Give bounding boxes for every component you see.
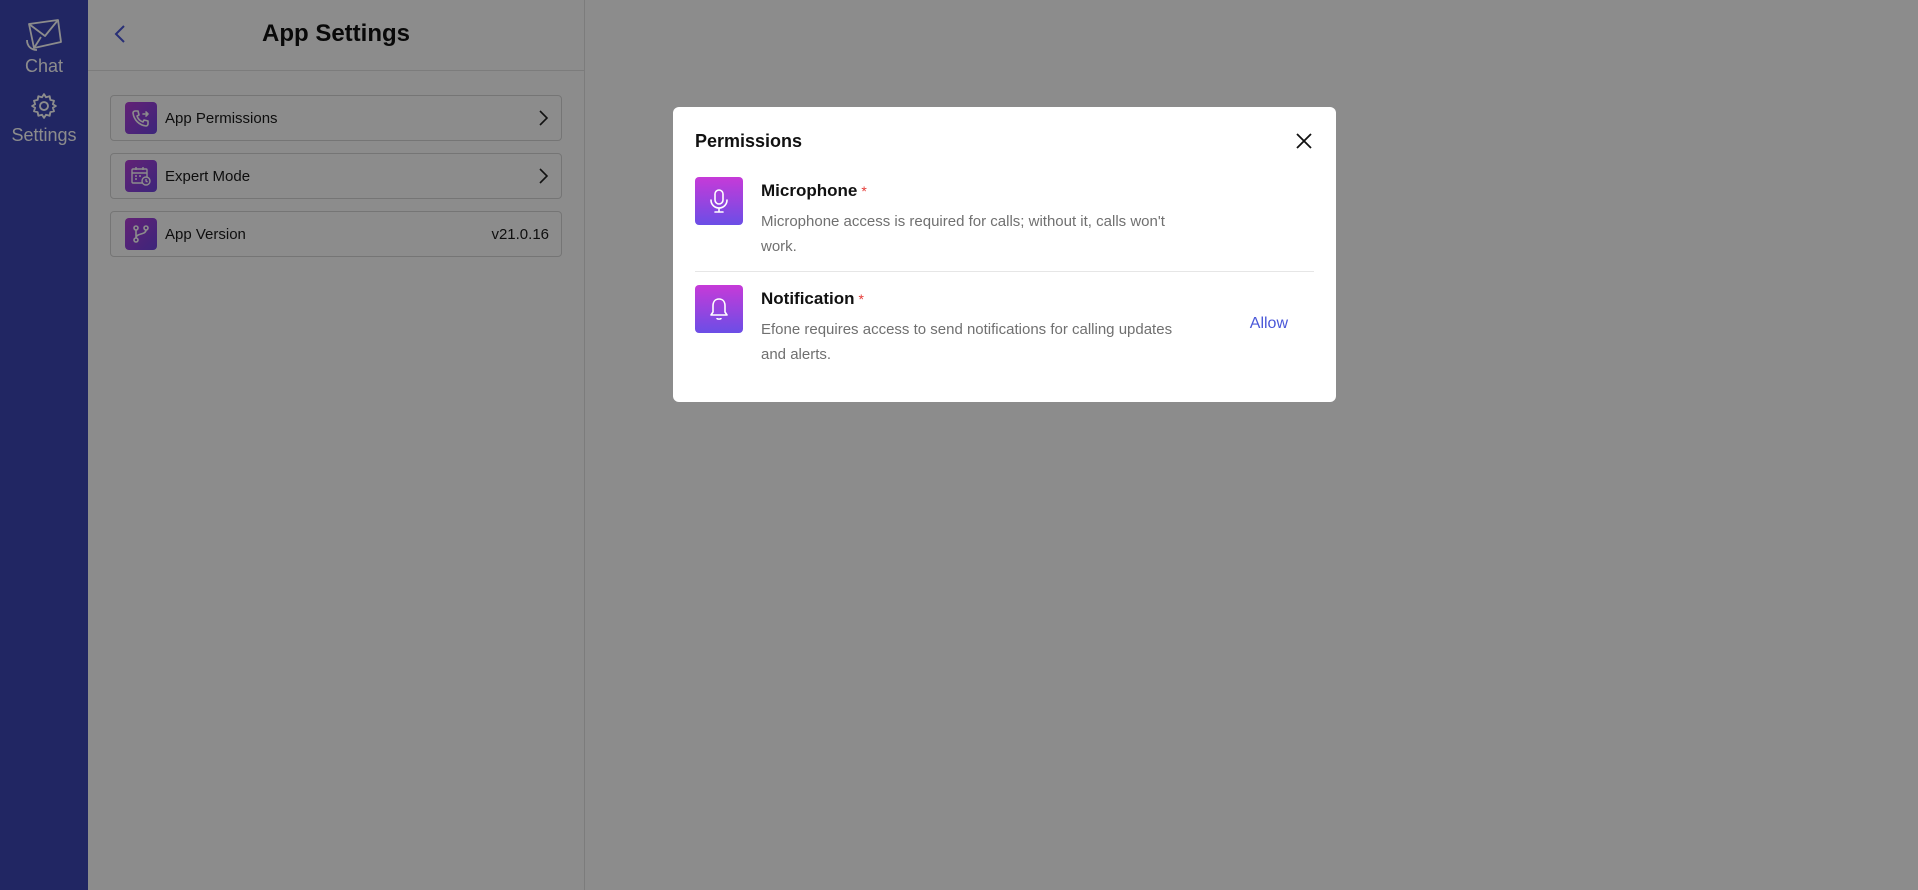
close-icon — [1296, 133, 1312, 149]
permission-description: Efone requires access to send notificati… — [761, 321, 1173, 363]
permission-name: Notification * — [761, 289, 1250, 309]
permission-text: Microphone * Microphone access is require… — [761, 177, 1314, 259]
close-button[interactable] — [1292, 129, 1316, 153]
bell-icon — [695, 285, 743, 333]
permission-description: Microphone access is required for calls;… — [761, 213, 1165, 255]
required-mark: * — [861, 183, 867, 199]
dialog-title: Permissions — [695, 131, 803, 151]
permission-row-microphone: Microphone * Microphone access is require… — [695, 177, 1314, 272]
required-mark: * — [858, 291, 864, 307]
permission-name: Microphone * — [761, 181, 1314, 201]
permission-name-text: Notification — [761, 289, 855, 308]
microphone-icon — [695, 177, 743, 225]
permissions-dialog: Permissions Microphone * Microphone acces… — [673, 107, 1336, 402]
permission-text: Notification * Efone requires access to s… — [761, 285, 1250, 367]
permission-name-text: Microphone — [761, 181, 858, 200]
allow-notification-button[interactable]: Allow — [1250, 315, 1288, 333]
permission-row-notification: Notification * Efone requires access to s… — [695, 285, 1314, 367]
